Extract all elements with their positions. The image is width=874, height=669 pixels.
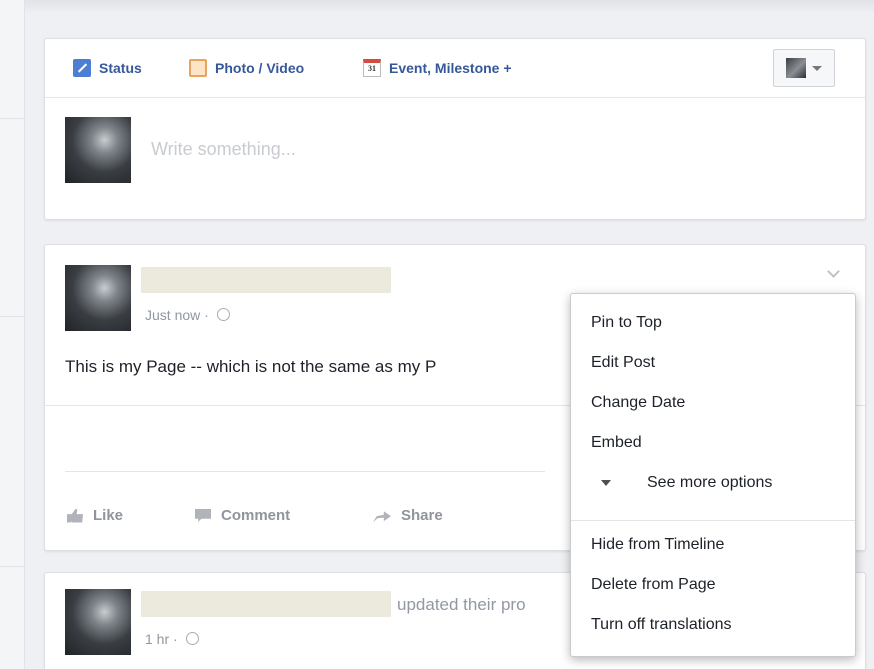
- tab-photo-video[interactable]: Photo / Video: [189, 57, 304, 79]
- menu-item-hide-from-timeline[interactable]: Hide from Timeline: [591, 536, 724, 554]
- share-arrow-icon: [373, 511, 391, 523]
- author-name-redacted: [141, 591, 391, 617]
- avatar: [65, 117, 131, 183]
- left-divider: [0, 316, 24, 317]
- chevron-down-icon: [812, 65, 822, 71]
- comment-label: Comment: [221, 507, 291, 524]
- post-text: This is my Page -- which is not the same…: [65, 357, 437, 376]
- menu-item-change-date[interactable]: Change Date: [591, 394, 685, 412]
- left-divider: [0, 118, 24, 119]
- comment-icon: [195, 509, 211, 522]
- menu-item-embed[interactable]: Embed: [591, 434, 642, 452]
- avatar: [786, 58, 806, 78]
- menu-item-delete-from-page[interactable]: Delete from Page: [591, 576, 716, 594]
- post-time[interactable]: Just now: [145, 307, 200, 323]
- globe-icon: [185, 632, 199, 645]
- post-options-menu: Pin to Top Edit Post Change Date Embed S…: [570, 293, 856, 657]
- menu-item-turn-off-translations[interactable]: Turn off translations: [591, 616, 732, 634]
- menu-item-pin-to-top[interactable]: Pin to Top: [591, 314, 662, 332]
- post-timestamp: Just now ·: [145, 307, 230, 323]
- top-shadow: [0, 0, 874, 14]
- composer-tabs: Status Photo / Video 31 Event, Milestone…: [45, 39, 865, 98]
- comment-button[interactable]: Comment: [195, 507, 290, 524]
- tab-event-milestone[interactable]: 31 Event, Milestone +: [363, 57, 512, 79]
- menu-item-edit-post[interactable]: Edit Post: [591, 354, 655, 372]
- like-label: Like: [93, 507, 124, 524]
- left-divider: [0, 566, 24, 567]
- share-label: Share: [401, 507, 443, 524]
- write-something-input[interactable]: Write something...: [151, 139, 296, 160]
- facebook-page-timeline: Status Photo / Video 31 Event, Milestone…: [0, 0, 874, 669]
- avatar[interactable]: [65, 265, 131, 331]
- avatar[interactable]: [65, 589, 131, 655]
- tab-status[interactable]: Status: [73, 57, 142, 79]
- menu-divider: [571, 520, 855, 521]
- tab-photo-video-label: Photo / Video: [215, 60, 305, 76]
- globe-icon: [216, 308, 230, 321]
- share-button[interactable]: Share: [373, 507, 443, 524]
- post-action-text: updated their pro: [397, 595, 526, 614]
- see-more-options-label: See more options: [647, 474, 773, 491]
- tab-status-label: Status: [99, 60, 142, 76]
- triangle-down-icon: [601, 480, 611, 486]
- post-time[interactable]: 1 hr: [145, 631, 169, 647]
- post-composer: Status Photo / Video 31 Event, Milestone…: [44, 38, 866, 220]
- left-column: [0, 0, 25, 669]
- post-options-chevron-icon[interactable]: [827, 267, 839, 279]
- pencil-icon: [73, 59, 91, 77]
- thumbs-up-icon: [67, 508, 83, 523]
- author-name-redacted: [141, 267, 391, 293]
- post-timestamp: 1 hr ·: [145, 631, 199, 647]
- photo-icon: [189, 59, 207, 77]
- calendar-icon: 31: [363, 59, 381, 77]
- posting-as-selector[interactable]: [773, 49, 835, 87]
- menu-item-see-more-options[interactable]: See more options: [601, 474, 772, 492]
- tab-event-milestone-label: Event, Milestone +: [389, 60, 512, 76]
- divider: [65, 471, 545, 472]
- like-button[interactable]: Like: [67, 507, 123, 524]
